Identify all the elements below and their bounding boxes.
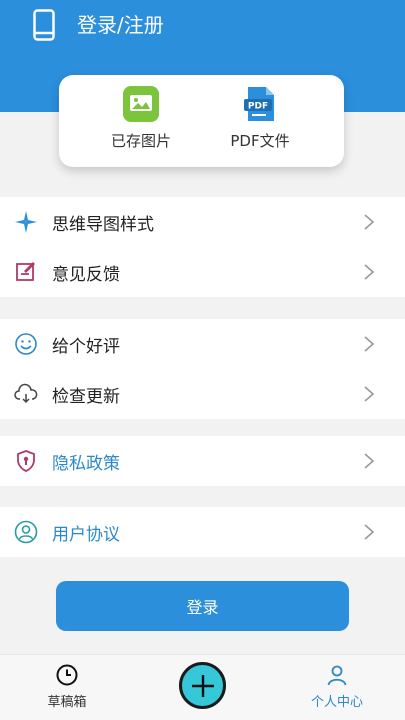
pdf-files-button[interactable]: PDF PDF文件 [205,86,315,151]
menu-group-1: 思维导图样式 意见反馈 [0,197,405,297]
clock-icon [56,664,78,686]
menu-item-mindmap-style[interactable]: 思维导图样式 [0,197,405,247]
chevron-right-icon [364,214,375,230]
tab-drafts-label: 草稿箱 [47,695,87,710]
add-button[interactable] [179,662,226,709]
person-icon [327,665,347,686]
rate-label: 给个好评 [52,336,120,357]
shield-icon [17,450,35,472]
tab-drafts[interactable]: 草稿箱 [27,663,107,710]
pdf-icon: PDF [244,87,274,121]
cloud-icon [14,383,38,404]
plus-icon [191,674,214,697]
mindmap-style-label: 思维导图样式 [52,214,154,235]
menu-group-3: 隐私政策 [0,436,405,486]
chevron-right-icon [364,524,375,540]
chevron-right-icon [364,386,375,402]
edit-icon [16,262,35,281]
login-register-link[interactable]: 登录/注册 [77,10,164,40]
quick-access-card: 已存图片 PDF PDF文件 [59,75,344,167]
menu-item-privacy[interactable]: 隐私政策 [0,436,405,486]
agreement-label: 用户协议 [52,524,120,545]
menu-item-agreement[interactable]: 用户协议 [0,507,405,557]
chevron-right-icon [364,336,375,352]
user-icon [14,520,38,544]
menu-item-rate[interactable]: 给个好评 [0,319,405,369]
privacy-label: 隐私政策 [52,453,120,474]
menu-group-2: 给个好评 检查更新 [0,319,405,419]
tab-personal-center[interactable]: 个人中心 [297,663,377,710]
pdf-files-label: PDF文件 [230,132,290,150]
saved-images-label: 已存图片 [110,132,171,150]
image-icon [123,86,159,122]
pdf-badge-text: PDF [248,102,268,112]
menu-item-feedback[interactable]: 意见反馈 [0,247,405,297]
mindmap-icon [15,211,37,233]
login-button[interactable]: 登录 [56,581,349,631]
chevron-right-icon [364,453,375,469]
saved-images-button[interactable]: 已存图片 [86,86,196,151]
smile-icon [15,333,37,355]
menu-group-4: 用户协议 [0,507,405,557]
tab-personal-center-label: 个人中心 [310,695,363,710]
menu-item-check-update[interactable]: 检查更新 [0,369,405,419]
phone-icon [33,9,55,41]
feedback-label: 意见反馈 [52,264,120,285]
chevron-right-icon [364,264,375,280]
check-update-label: 检查更新 [52,386,120,407]
